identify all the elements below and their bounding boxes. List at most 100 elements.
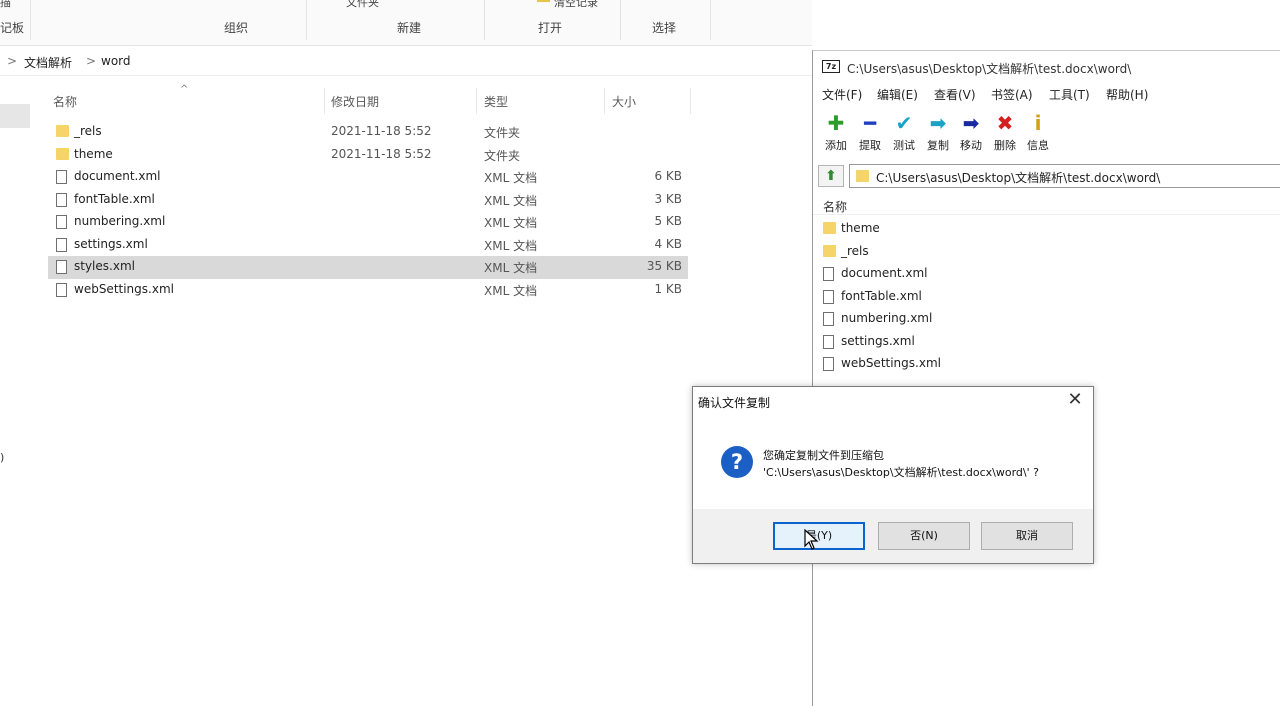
column-header-name[interactable]: 名称 [53,93,77,110]
7zip-list-item[interactable]: settings.xml [813,331,1280,354]
file-icon [56,260,67,274]
file-icon-shape [56,215,67,229]
toolbar-extract-button[interactable]: ━ 提取 [853,111,887,153]
column-header-size[interactable]: 大小 [612,93,636,110]
up-folder-button[interactable]: ⬆ [818,165,844,187]
nav-pane-selected-item[interactable] [0,104,30,128]
address-bar[interactable]: > 文档解析 > word [0,50,812,76]
mouse-cursor-icon [804,529,819,550]
7zip-item-name: _rels [841,243,869,258]
folder-icon-shape [823,244,836,257]
menu-view[interactable]: 查看(V) [934,86,976,103]
7zip-window: 7z C:\Users\asus\Desktop\文档解析\test.docx\… [812,50,1280,706]
ribbon-top-label[interactable]: 描 [0,0,11,10]
7zip-menu-bar: 文件(F) 编辑(E) 查看(V) 书签(A) 工具(T) 帮助(H) [813,83,1280,105]
file-row[interactable]: _rels 2021-11-18 5:52 文件夹 [48,121,688,144]
7zip-list-item[interactable]: _rels [813,241,1280,264]
file-size: 3 KB [654,191,682,206]
file-icon [56,215,67,229]
dialog-title: 确认文件复制 [698,396,771,410]
toolbar-label: 信息 [1027,139,1049,152]
no-button[interactable]: 否(N) [878,522,970,550]
file-icon-shape [823,267,834,281]
file-type: XML 文档 [484,193,538,208]
7zip-list-item[interactable]: fontTable.xml [813,286,1280,309]
column-divider[interactable] [324,88,325,114]
toolbar-copy-button[interactable]: ➡ 复制 [921,111,955,153]
folder-icon [823,222,836,234]
toolbar-test-button[interactable]: ✔ 测试 [887,111,921,153]
menu-tools[interactable]: 工具(T) [1049,86,1090,103]
folder-icon [823,244,836,257]
menu-edit[interactable]: 编辑(E) [877,86,918,103]
toolbar-add-button[interactable]: ✚ 添加 [819,111,853,153]
file-row[interactable]: theme 2021-11-18 5:52 文件夹 [48,144,688,167]
7zip-list-item[interactable]: document.xml [813,263,1280,286]
file-row[interactable]: webSettings.xml XML 文档 1 KB [48,279,688,302]
file-size: 1 KB [654,281,682,296]
dialog-message-path: 'C:\Users\asus\Desktop\文档解析\test.docx\wo… [763,466,1039,479]
ribbon-divider [710,0,711,40]
dialog-message: 您确定复制文件到压缩包 [763,449,884,462]
column-divider[interactable] [604,88,605,114]
7zip-list-item[interactable]: theme [813,218,1280,241]
breadcrumb-chevron-icon: > [86,54,97,68]
test-icon: ✔ [895,111,913,135]
breadcrumb-item[interactable]: word [101,54,131,68]
file-row[interactable]: settings.xml XML 文档 4 KB [48,234,688,257]
menu-bookmarks[interactable]: 书签(A) [991,86,1033,103]
column-header-type[interactable]: 类型 [484,93,508,110]
file-row[interactable]: styles.xml XML 文档 35 KB [48,256,688,279]
close-icon[interactable]: ✕ [1065,389,1085,410]
7zip-window-title: C:\Users\asus\Desktop\文档解析\test.docx\wor… [847,62,1132,76]
menu-file[interactable]: 文件(F) [822,86,862,103]
file-row[interactable]: numbering.xml XML 文档 5 KB [48,211,688,234]
file-size: 6 KB [654,169,682,183]
7zip-list-item[interactable]: numbering.xml [813,308,1280,331]
7zip-list-item[interactable]: webSettings.xml [813,353,1280,376]
ribbon-top-clear-history[interactable]: 清空记录 [537,0,598,10]
file-name: theme [74,146,113,161]
file-icon-shape [56,282,67,297]
7zip-path-input[interactable]: C:\Users\asus\Desktop\文档解析\test.docx\wor… [849,164,1280,188]
column-divider[interactable] [690,88,691,114]
file-type: XML 文档 [484,238,538,253]
ribbon-group-select: 选择 [652,21,677,35]
delete-icon: ✖ [996,111,1014,135]
menu-help[interactable]: 帮助(H) [1106,86,1148,103]
file-icon-shape [56,192,67,207]
file-icon [56,282,67,297]
toolbar-info-button[interactable]: i 信息 [1021,111,1055,153]
file-icon [823,357,834,371]
file-row[interactable]: fontTable.xml XML 文档 3 KB [48,189,688,212]
7zip-title-bar[interactable]: 7z C:\Users\asus\Desktop\文档解析\test.docx\… [813,51,1280,81]
column-header-date[interactable]: 修改日期 [331,93,379,110]
file-name: _rels [74,124,102,138]
sort-ascending-icon: ^ [180,84,189,95]
cancel-button[interactable]: 取消 [981,522,1073,550]
7zip-list-header: 名称 [813,195,1280,215]
file-icon-shape [56,260,67,274]
file-name: document.xml [74,169,161,183]
column-divider[interactable] [476,88,477,114]
7zip-item-name: numbering.xml [841,311,933,325]
7zip-logo-icon: 7z [822,60,840,73]
7zip-column-name[interactable]: 名称 [823,198,847,215]
breadcrumb-item[interactable]: 文档解析 [24,54,72,71]
file-type: XML 文档 [484,283,538,298]
file-row[interactable]: document.xml XML 文档 6 KB [48,166,688,189]
file-name: settings.xml [74,236,148,251]
file-date: 2021-11-18 5:52 [331,124,432,138]
file-name: webSettings.xml [74,281,174,296]
file-icon [823,267,834,281]
up-arrow-icon: ⬆ [825,168,837,184]
toolbar-move-button[interactable]: ➡ 移动 [954,111,988,153]
toolbar-label: 复制 [927,139,949,152]
folder-icon [56,125,69,137]
folder-icon [56,147,69,160]
toolbar-delete-button[interactable]: ✖ 删除 [988,111,1022,153]
file-icon-shape [56,170,67,184]
ribbon-top-label[interactable]: 文件夹 [346,0,379,10]
toolbar-label: 移动 [960,139,982,152]
file-icon-shape [823,334,834,349]
